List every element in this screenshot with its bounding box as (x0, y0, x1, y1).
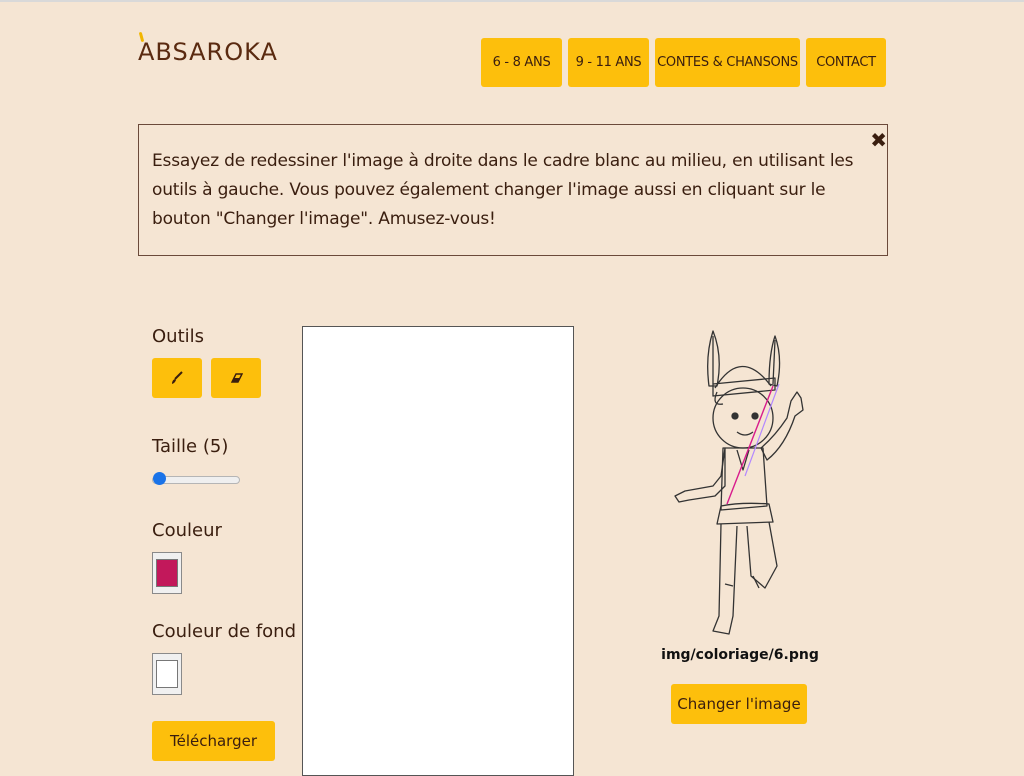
site-logo[interactable]: ABSAROKA (138, 31, 278, 66)
background-color-picker[interactable] (152, 653, 182, 695)
drawing-canvas[interactable] (302, 326, 574, 776)
size-slider[interactable] (152, 472, 240, 486)
background-color-label: Couleur de fond (152, 621, 296, 642)
download-button[interactable]: Télécharger (152, 721, 275, 761)
brush-tool-button[interactable] (152, 358, 202, 398)
brush-icon (172, 371, 183, 384)
nav-contes-chansons[interactable]: CONTES & CHANSONS (655, 38, 800, 87)
window-top-border (0, 0, 1024, 2)
eraser-tool-button[interactable] (211, 358, 261, 398)
image-path-text: img/coloriage/6.png (661, 647, 819, 663)
color-picker[interactable] (152, 552, 182, 594)
nav-label: CONTES & CHANSONS (657, 55, 798, 70)
nav-6-8-ans[interactable]: 6 - 8 ANS (481, 38, 562, 87)
nav-contact[interactable]: CONTACT (806, 38, 886, 87)
nav-9-11-ans[interactable]: 9 - 11 ANS (568, 38, 649, 87)
logo-text: ABSAROKA (138, 38, 278, 66)
color-swatch (156, 559, 178, 587)
eraser-icon (230, 373, 243, 383)
close-icon[interactable]: ✖ (870, 128, 887, 152)
nav-label: 6 - 8 ANS (492, 55, 551, 70)
nav-label: CONTACT (816, 55, 876, 70)
instructions-alert: Essayez de redessiner l'image à droite d… (138, 124, 888, 256)
change-image-button[interactable]: Changer l'image (671, 684, 807, 724)
alert-text: Essayez de redessiner l'image à droite d… (152, 151, 854, 229)
change-image-label: Changer l'image (677, 695, 801, 713)
size-label: Taille (5) (152, 436, 229, 457)
download-label: Télécharger (169, 732, 257, 750)
background-color-swatch (156, 660, 178, 688)
slider-thumb[interactable] (153, 472, 166, 485)
color-label: Couleur (152, 520, 222, 541)
coloring-image (674, 330, 804, 635)
tools-title: Outils (152, 326, 205, 347)
nav-label: 9 - 11 ANS (575, 55, 642, 70)
